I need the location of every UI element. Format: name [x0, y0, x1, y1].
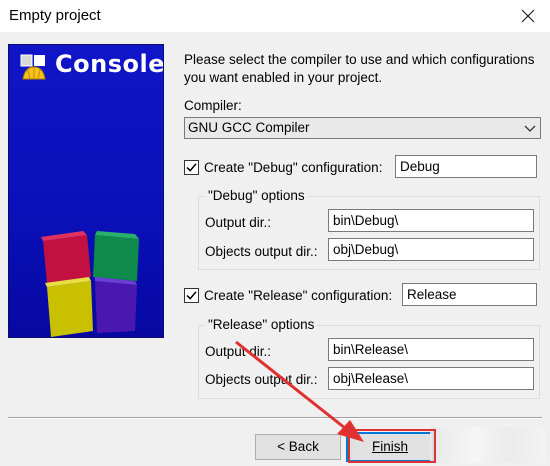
codeblocks-logo-icon	[20, 54, 46, 80]
compiler-select-value: GNU GCC Compiler	[188, 120, 310, 135]
release-name-input[interactable]: Release	[402, 283, 537, 306]
debug-output-dir-label: Output dir.:	[205, 215, 272, 230]
release-output-dir-input[interactable]: bin\Release\	[328, 338, 534, 361]
release-objects-dir-input[interactable]: obj\Release\	[328, 367, 534, 390]
debug-checkbox-label: Create "Debug" configuration:	[204, 160, 383, 175]
compiler-label: Compiler:	[184, 98, 242, 113]
footer-separator	[8, 417, 542, 419]
checkmark-icon	[186, 163, 197, 172]
release-options-title: "Release" options	[205, 317, 318, 332]
finish-button[interactable]: Finish	[346, 432, 434, 462]
back-button[interactable]: < Back	[255, 434, 341, 460]
finish-button-label: Finish	[371, 439, 408, 454]
release-checkbox-label: Create "Release" configuration:	[204, 288, 393, 303]
debug-name-input[interactable]: Debug	[395, 155, 537, 178]
banner-title: Console	[55, 50, 164, 78]
close-icon[interactable]	[506, 0, 550, 32]
debug-options-title: "Debug" options	[205, 188, 308, 203]
debug-checkbox[interactable]	[184, 160, 199, 175]
debug-objects-dir-input[interactable]: obj\Debug\	[328, 238, 534, 261]
release-output-dir-label: Output dir.:	[205, 344, 272, 359]
checkmark-icon	[186, 291, 197, 300]
title-bar: Empty project	[0, 0, 550, 32]
debug-objects-dir-label: Objects output dir.:	[205, 244, 318, 259]
chevron-down-icon	[524, 125, 536, 132]
compiler-select[interactable]: GNU GCC Compiler	[184, 117, 541, 139]
release-checkbox[interactable]	[184, 288, 199, 303]
blurred-region	[430, 427, 545, 463]
wizard-banner: Console	[8, 44, 164, 338]
intro-text: Please select the compiler to use and wh…	[184, 52, 535, 85]
debug-output-dir-input[interactable]: bin\Debug\	[328, 209, 534, 232]
release-objects-dir-label: Objects output dir.:	[205, 372, 318, 387]
cubes-graphic	[41, 231, 139, 337]
window-title: Empty project	[9, 7, 101, 24]
